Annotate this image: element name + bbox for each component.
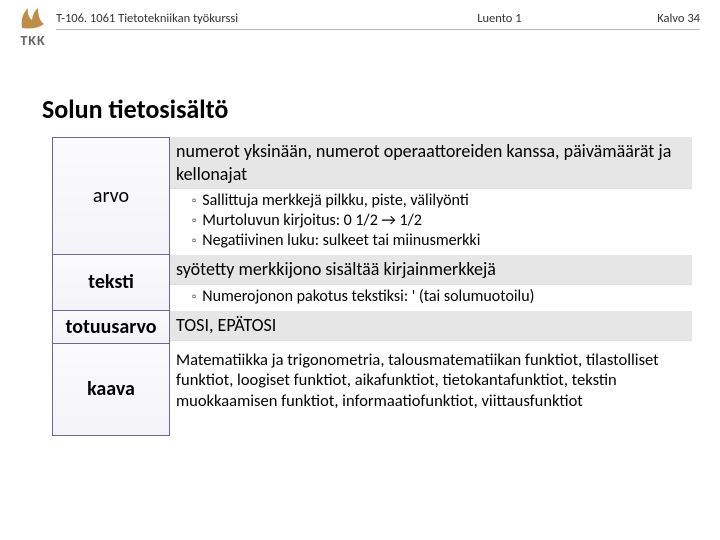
row-bullets: Numerojonon pakotus tekstiksi: ' (tai so… [170, 285, 692, 311]
row-content: Matematiikka ja trigonometria, talousmat… [170, 344, 692, 436]
header-bar: T-106. 1061 Tietotekniikan työkurssi Lue… [56, 8, 700, 30]
slide-number: Kalvo 34 [657, 11, 700, 26]
table-row: kaava Matematiikka ja trigonometria, tal… [52, 344, 692, 436]
lecture-number: Luento 1 [477, 11, 657, 26]
bullet: Murtoluvun kirjoitus: 0 1/2 → 1/2 [192, 211, 686, 231]
bullet: Negatiivinen luku: sulkeet tai miinusmer… [192, 231, 686, 251]
row-content: numerot yksinään, numerot operaattoreide… [170, 137, 692, 255]
row-label-kaava: kaava [52, 344, 170, 436]
logo-text: TKK [20, 32, 45, 49]
row-label-teksti: teksti [52, 255, 170, 311]
table-row: arvo numerot yksinään, numerot operaatto… [52, 137, 692, 255]
row-label-totuusarvo: totuusarvo [52, 311, 170, 344]
row-header: numerot yksinään, numerot operaattoreide… [170, 137, 692, 189]
table-row: totuusarvo TOSI, EPÄTOSI [52, 311, 692, 344]
bullet: Sallittuja merkkejä pilkku, piste, välil… [192, 191, 686, 211]
row-bullets: Sallittuja merkkejä pilkku, piste, välil… [170, 189, 692, 255]
course-code: T-106. 1061 Tietotekniikan työkurssi [56, 11, 477, 26]
content-table: arvo numerot yksinään, numerot operaatto… [52, 137, 692, 436]
page-title: Solun tietosisältö [42, 93, 720, 125]
row-header: TOSI, EPÄTOSI [170, 311, 692, 341]
table-row: teksti syötetty merkkijono sisältää kirj… [52, 255, 692, 311]
slide-header: TKK T-106. 1061 Tietotekniikan työkurssi… [0, 0, 720, 49]
row-content: TOSI, EPÄTOSI [170, 311, 692, 344]
row-label-arvo: arvo [52, 137, 170, 255]
logo-block: TKK [18, 6, 48, 49]
bullet: Numerojonon pakotus tekstiksi: ' (tai so… [192, 287, 686, 307]
row-header: syötetty merkkijono sisältää kirjainmerk… [170, 255, 692, 285]
row-content: syötetty merkkijono sisältää kirjainmerk… [170, 255, 692, 311]
flame-icon [18, 6, 48, 30]
